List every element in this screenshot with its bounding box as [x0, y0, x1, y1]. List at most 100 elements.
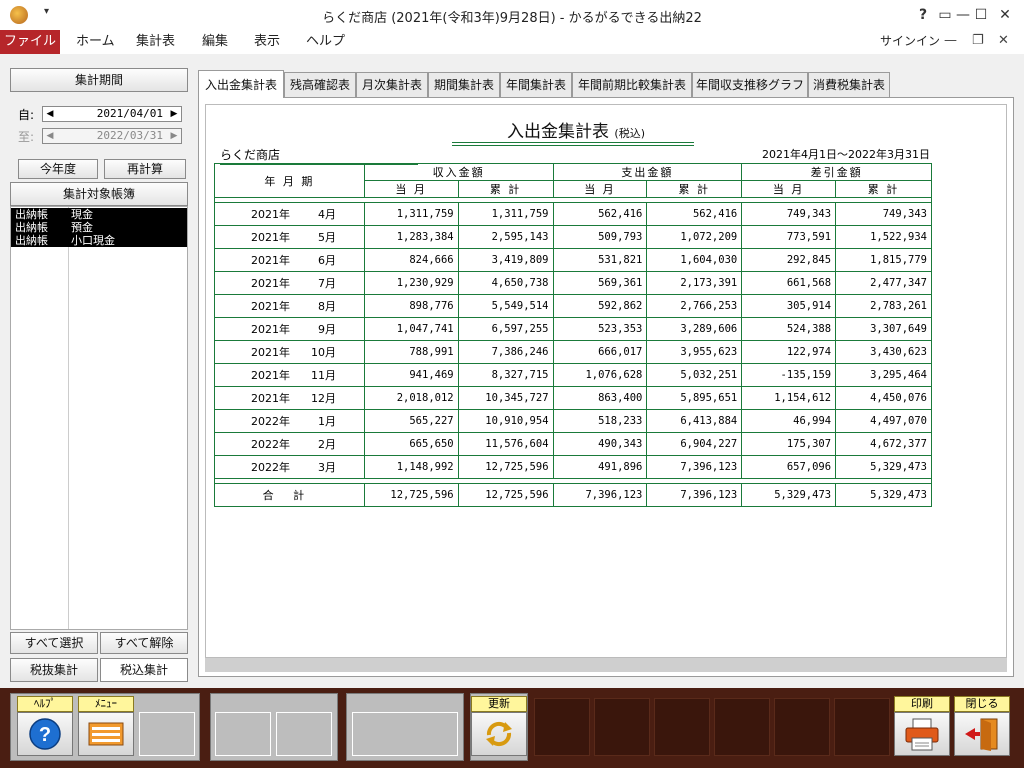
- row-period: 2021年 4月: [214, 202, 365, 226]
- row-year: 2021年: [251, 346, 290, 359]
- cell-in-c: 10,910,954: [457, 409, 554, 433]
- doc-restore-button[interactable]: ❐: [972, 30, 984, 52]
- cell-diff-m: 1,154,612: [741, 386, 837, 410]
- table-row: 2021年 12月 2,018,012 10,345,727 863,400 5,895,…: [214, 386, 932, 410]
- to-prev-icon: ◀: [46, 131, 54, 141]
- cell-diff-m: 292,845: [741, 248, 837, 272]
- row-month: 6月: [318, 254, 336, 267]
- cell-in-c: 2,595,143: [457, 225, 554, 249]
- empty-key: [215, 712, 271, 756]
- row-period: 2021年 6月: [214, 248, 365, 272]
- refresh-key-label: 更新: [471, 696, 527, 712]
- cell-in-m: 941,469: [363, 363, 459, 387]
- doc-close-button[interactable]: ✕: [998, 30, 1009, 52]
- menu-home[interactable]: ホーム: [62, 30, 129, 54]
- deselect-all-button[interactable]: すべて解除: [100, 632, 188, 654]
- menu-summary[interactable]: 集計表: [122, 30, 189, 54]
- menu-file[interactable]: ファイル: [0, 30, 60, 54]
- total-label: 合 計: [214, 483, 365, 507]
- menu-icon: [88, 722, 124, 746]
- help-key[interactable]: ﾍﾙﾌﾟ ?: [17, 696, 73, 756]
- row-month: 5月: [318, 231, 336, 244]
- row-year: 2021年: [251, 208, 290, 221]
- ledger-item-petty-cash[interactable]: 出納帳 小口現金: [11, 234, 187, 247]
- ledger-item-deposit[interactable]: 出納帳 預金: [11, 221, 187, 234]
- cell-out-c: 5,895,651: [646, 386, 743, 410]
- from-prev-icon[interactable]: ◀: [44, 107, 56, 121]
- menu-view[interactable]: 表示: [240, 30, 294, 54]
- total-diff-m: 5,329,473: [741, 483, 837, 507]
- row-period: 2021年 7月: [214, 271, 365, 295]
- tab-period-summary[interactable]: 期間集計表: [428, 72, 500, 98]
- close-window-button[interactable]: ✕: [990, 4, 1020, 26]
- tab-consumption-tax[interactable]: 消費税集計表: [808, 72, 890, 98]
- select-all-button[interactable]: すべて選択: [10, 632, 98, 654]
- horizontal-scrollbar[interactable]: [205, 658, 1007, 672]
- refresh-key[interactable]: 更新: [471, 696, 527, 756]
- row-year: 2021年: [251, 277, 290, 290]
- help-icon: ?: [29, 718, 61, 750]
- recalc-button[interactable]: 再計算: [104, 159, 186, 179]
- cell-out-c: 1,072,209: [646, 225, 743, 249]
- header-current-month: 当 月: [741, 180, 837, 198]
- cell-diff-c: 1,522,934: [835, 225, 932, 249]
- menu-help[interactable]: ヘルプ: [292, 30, 359, 54]
- ledger-item-cash[interactable]: 出納帳 現金: [11, 208, 187, 221]
- cell-diff-m: 524,388: [741, 317, 837, 341]
- tab-cashflow-summary[interactable]: 入出金集計表: [198, 70, 284, 98]
- tax-included-button[interactable]: 税込集計: [100, 658, 188, 682]
- row-month: 12月: [311, 392, 336, 405]
- help-key-face: ?: [17, 712, 73, 756]
- from-label: 自:: [18, 108, 35, 122]
- cell-in-m: 788,991: [363, 340, 459, 364]
- tab-annual-comparison[interactable]: 年間前期比較集計表: [572, 72, 692, 98]
- menu-edit[interactable]: 編集: [188, 30, 242, 54]
- cell-out-c: 5,032,251: [646, 363, 743, 387]
- cell-out-m: 490,343: [552, 432, 648, 456]
- row-month: 4月: [318, 208, 336, 221]
- cell-out-c: 2,766,253: [646, 294, 743, 318]
- tab-annual-summary[interactable]: 年間集計表: [500, 72, 572, 98]
- ledger-list-divider: [68, 207, 69, 629]
- print-key[interactable]: 印刷: [894, 696, 950, 756]
- cell-out-c: 1,604,030: [646, 248, 743, 272]
- tab-monthly-summary[interactable]: 月次集計表: [356, 72, 428, 98]
- ledger-list[interactable]: 出納帳 現金 出納帳 預金 出納帳 小口現金: [10, 206, 188, 630]
- row-period: 2021年 8月: [214, 294, 365, 318]
- tab-annual-trend-graph[interactable]: 年間収支推移グラフ: [692, 72, 808, 98]
- cell-diff-c: 3,307,649: [835, 317, 932, 341]
- row-month: 3月: [318, 461, 336, 474]
- from-next-icon[interactable]: ▶: [168, 107, 180, 121]
- this-year-button[interactable]: 今年度: [18, 159, 98, 179]
- cell-out-m: 592,862: [552, 294, 648, 318]
- menu-key[interactable]: ﾒﾆｭｰ: [78, 696, 134, 756]
- table-row: 2022年 2月 665,650 11,576,604 490,343 6,904,227…: [214, 432, 932, 456]
- cell-diff-m: 122,974: [741, 340, 837, 364]
- doc-minimize-button[interactable]: —: [944, 30, 957, 52]
- empty-slot: [774, 698, 830, 756]
- cell-out-c: 2,173,391: [646, 271, 743, 295]
- header-cumulative: 累 計: [835, 180, 932, 198]
- from-date-field[interactable]: ◀ 2021/04/01 ▶: [42, 106, 182, 122]
- row-period: 2021年 5月: [214, 225, 365, 249]
- total-row: 合 計 12,725,596 12,725,596 7,396,123 7,396,12…: [214, 483, 932, 507]
- row-month: 1月: [318, 415, 336, 428]
- period-button[interactable]: 集計期間: [10, 68, 188, 92]
- title-bar: ▾ らくだ商店 (2021年(令和3年)9月28日) - かるがるできる出納22…: [0, 0, 1024, 30]
- tax-excluded-button[interactable]: 税抜集計: [10, 658, 98, 682]
- empty-slot: [534, 698, 590, 756]
- total-in-m: 12,725,596: [363, 483, 459, 507]
- close-key[interactable]: 閉じる: [954, 696, 1010, 756]
- row-month: 2月: [318, 438, 336, 451]
- cell-out-m: 1,076,628: [552, 363, 648, 387]
- header-cumulative: 累 計: [646, 180, 743, 198]
- cell-out-c: 3,955,623: [646, 340, 743, 364]
- tab-balance-check[interactable]: 残高確認表: [284, 72, 356, 98]
- cell-diff-c: 4,672,377: [835, 432, 932, 456]
- cell-in-m: 898,776: [363, 294, 459, 318]
- signin-link[interactable]: サインイン: [880, 30, 940, 52]
- row-period: 2022年 2月: [214, 432, 365, 456]
- cell-diff-c: 2,783,261: [835, 294, 932, 318]
- summary-table: 年 月 期 収入金額 支出金額 差引金額 当 月 累 計 当 月 累 計 当 月…: [214, 163, 932, 507]
- ledger-button[interactable]: 集計対象帳簿: [10, 182, 188, 206]
